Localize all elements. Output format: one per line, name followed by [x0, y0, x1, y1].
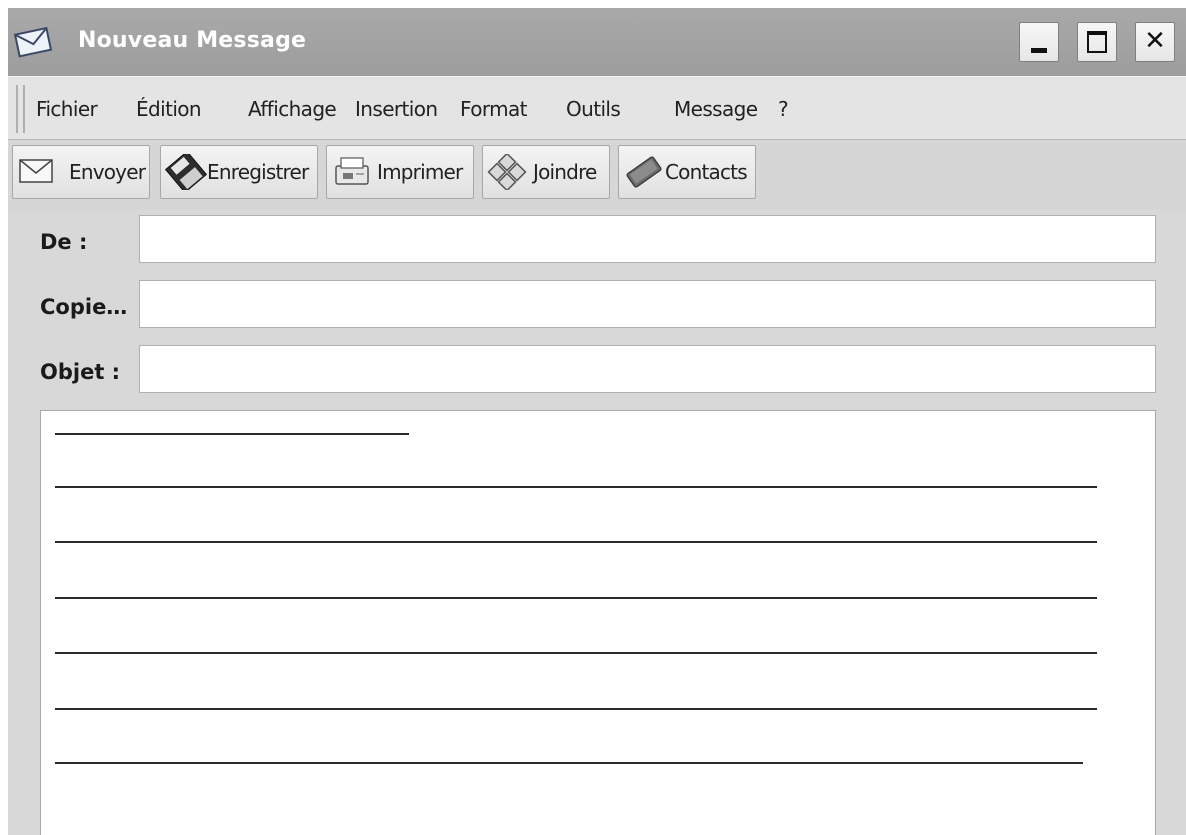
message-line — [55, 486, 1097, 488]
menu-fichier[interactable]: Fichier — [36, 97, 98, 121]
send-button[interactable]: Envoyer — [12, 145, 150, 199]
message-line — [55, 433, 409, 435]
menu-grip-handle[interactable] — [16, 85, 25, 133]
paperclip-icon — [487, 154, 527, 190]
menu-format[interactable]: Format — [460, 97, 527, 121]
diskette-icon — [164, 154, 208, 190]
message-line — [55, 762, 1083, 764]
maximize-button[interactable] — [1077, 22, 1117, 62]
contacts-button[interactable]: Contacts — [618, 145, 756, 199]
close-button[interactable]: ✕ — [1135, 22, 1175, 62]
message-line — [55, 597, 1097, 599]
menu-help[interactable]: ? — [778, 97, 789, 121]
menu-edition[interactable]: Édition — [136, 97, 202, 121]
cc-field[interactable] — [139, 280, 1156, 328]
send-label: Envoyer — [69, 160, 146, 184]
envelope-icon — [19, 159, 53, 183]
message-line — [55, 652, 1097, 654]
menu-affichage[interactable]: Affichage — [248, 97, 337, 121]
envelope-icon — [13, 26, 53, 58]
attach-label: Joindre — [533, 160, 597, 184]
from-field[interactable] — [139, 215, 1156, 263]
printer-icon — [335, 157, 369, 185]
minimize-button[interactable] — [1019, 22, 1059, 62]
minimize-icon — [1031, 48, 1047, 53]
menu-insertion[interactable]: Insertion — [355, 97, 438, 121]
subject-label: Objet : — [40, 360, 121, 384]
cc-label: Copie… — [40, 295, 128, 319]
menu-outils[interactable]: Outils — [566, 97, 621, 121]
menu-bar: Fichier Édition Affichage Insertion Form… — [8, 76, 1186, 140]
print-button[interactable]: Imprimer — [326, 145, 474, 199]
save-button[interactable]: Enregistrer — [160, 145, 318, 199]
attach-button[interactable]: Joindre — [482, 145, 610, 199]
print-label: Imprimer — [377, 160, 463, 184]
contacts-label: Contacts — [665, 160, 748, 184]
subject-field[interactable] — [139, 345, 1156, 393]
from-label: De : — [40, 230, 88, 254]
menu-message[interactable]: Message — [674, 97, 758, 121]
maximize-icon — [1087, 31, 1107, 53]
message-line — [55, 541, 1097, 543]
compose-window: Nouveau Message ✕ Fichier Édition Affich… — [8, 8, 1186, 835]
window-title: Nouveau Message — [78, 28, 307, 53]
address-book-icon — [626, 156, 662, 188]
close-icon: ✕ — [1144, 26, 1166, 56]
toolbar: Envoyer Enregistrer Imprimer Joindre Con… — [8, 140, 1186, 210]
save-label: Enregistrer — [207, 160, 309, 184]
message-line — [55, 708, 1097, 710]
message-body[interactable] — [40, 410, 1156, 835]
title-bar[interactable]: Nouveau Message ✕ — [8, 8, 1186, 76]
